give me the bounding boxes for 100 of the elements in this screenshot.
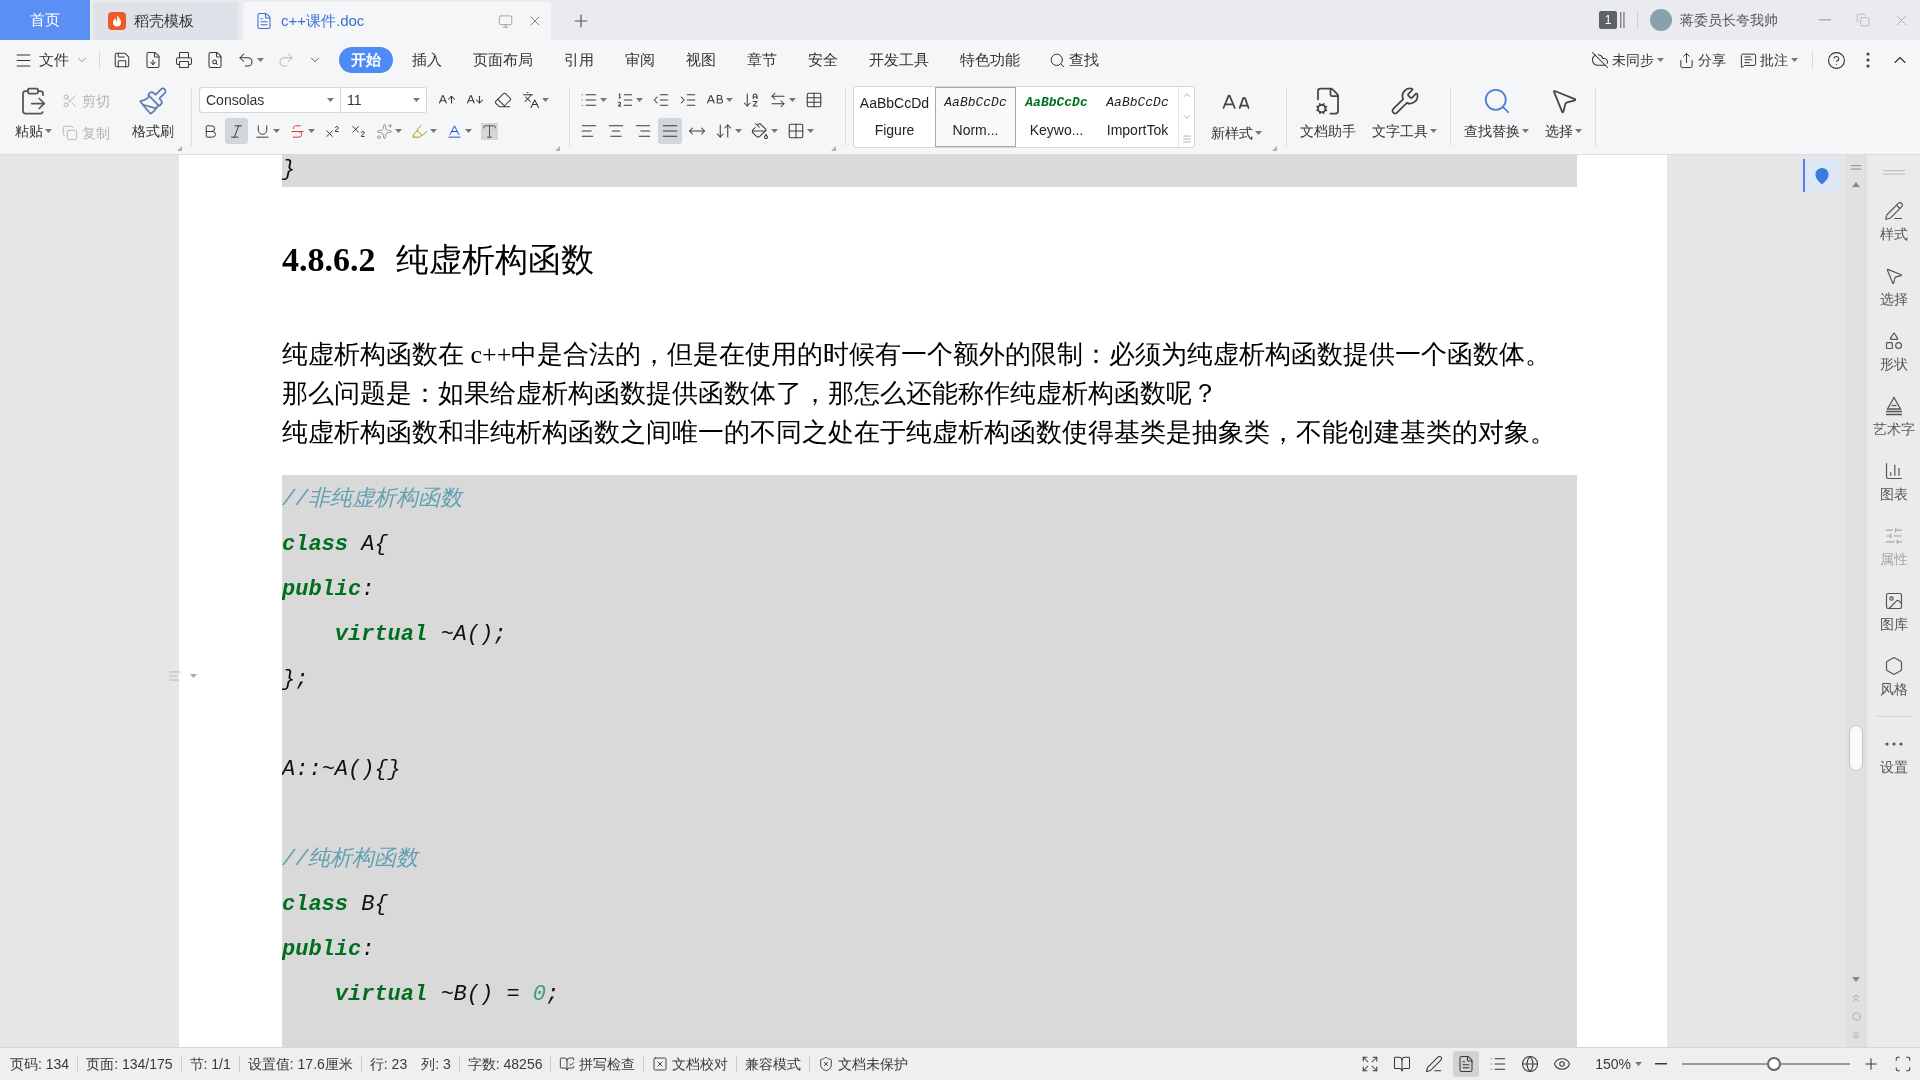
- globe-icon: [1521, 1055, 1540, 1073]
- scroll-up-icon[interactable]: [1852, 182, 1860, 187]
- redo-icon: [277, 51, 295, 69]
- ribbon-tab[interactable]: 页面布局: [461, 47, 545, 73]
- caret-icon: [1635, 1062, 1642, 1066]
- chart-panel-button[interactable]: 图表: [1867, 450, 1920, 515]
- justify-button[interactable]: [658, 118, 682, 144]
- languages-icon: [522, 91, 540, 109]
- shape-panel-button[interactable]: 形状: [1867, 320, 1920, 385]
- zoom-in-button[interactable]: [1862, 1055, 1880, 1073]
- image-icon: [1883, 590, 1904, 611]
- spellcheck-button[interactable]: 拼写检查: [559, 1053, 636, 1075]
- indent-increase-icon: [679, 91, 697, 109]
- status-text: 设置值: 17.6厘米: [247, 1054, 353, 1074]
- comment-button[interactable]: 批注: [1740, 49, 1798, 71]
- map-pin-icon: [1813, 166, 1831, 185]
- ribbon-tab[interactable]: 开发工具: [857, 47, 941, 73]
- book-icon: [1393, 1055, 1412, 1073]
- caret-icon: [44, 129, 52, 133]
- italic-button[interactable]: [225, 118, 248, 144]
- indent-decrease-icon: [652, 91, 670, 109]
- font-name-field[interactable]: Consolas: [199, 87, 341, 113]
- ribbon-tab[interactable]: 插入: [400, 47, 454, 73]
- share-button[interactable]: 分享: [1678, 49, 1726, 71]
- strikethrough-icon: [289, 122, 306, 140]
- style-option[interactable]: AaBbCcDc Norm...: [935, 87, 1016, 147]
- navigation-pin-button[interactable]: [1803, 159, 1839, 192]
- user-name[interactable]: 蒋委员长夸我帅: [1680, 9, 1778, 31]
- flame-logo-icon: [108, 12, 126, 30]
- new-style-button[interactable]: 新样式: [1205, 86, 1267, 143]
- caret-icon: [789, 98, 796, 102]
- caret-icon: [327, 98, 334, 102]
- gallery-panel-button[interactable]: 图库: [1867, 580, 1920, 645]
- text-tools-button[interactable]: 文字工具: [1368, 86, 1441, 141]
- fit-window-button[interactable]: [1894, 1055, 1912, 1073]
- ribbon-tab[interactable]: 审阅: [613, 47, 667, 73]
- ribbon-tab[interactable]: 安全: [796, 47, 850, 73]
- find-replace-button[interactable]: 查找替换: [1460, 86, 1533, 141]
- settings-panel-button[interactable]: 设置: [1867, 723, 1920, 788]
- file-menu-button[interactable]: 文件: [14, 46, 89, 74]
- file-download-icon: [144, 51, 162, 69]
- window-count-badge[interactable]: 1: [1599, 11, 1617, 29]
- paste-button[interactable]: 粘贴: [10, 80, 56, 141]
- search-button[interactable]: 查找: [1039, 47, 1109, 73]
- status-text: 字数: 48256: [467, 1054, 543, 1074]
- style-preview-text: AaBbCcDc: [1106, 94, 1169, 112]
- circle-icon: [1851, 1012, 1861, 1021]
- status-text: 兼容模式: [745, 1054, 802, 1074]
- sync-button[interactable]: 未同步: [1591, 49, 1664, 71]
- scrollbar-thumb[interactable]: [1849, 725, 1863, 771]
- ribbon-tab[interactable]: 章节: [735, 47, 789, 73]
- align-center-icon: [607, 122, 625, 140]
- document-assistant-button[interactable]: 文档助手: [1296, 86, 1360, 141]
- ribbon-tab[interactable]: 视图: [674, 47, 728, 73]
- ribbon-tab[interactable]: 引用: [552, 47, 606, 73]
- help-button[interactable]: [1827, 50, 1846, 70]
- art-text-panel-button[interactable]: 艺术字: [1867, 385, 1920, 450]
- status-text: 页码: 134: [10, 1054, 70, 1074]
- cloud-off-icon: [1591, 51, 1609, 69]
- style-panel-button[interactable]: 样式: [1867, 190, 1920, 255]
- font-size-field[interactable]: 11: [341, 87, 427, 113]
- book-check-icon: [559, 1056, 576, 1072]
- theme-panel-button[interactable]: 风格: [1867, 645, 1920, 710]
- proofread-button[interactable]: 文档校对: [652, 1053, 729, 1075]
- caret-icon: [465, 129, 472, 133]
- document-tab[interactable]: c++课件.doc: [243, 2, 551, 40]
- page-view-button[interactable]: [1453, 1051, 1480, 1077]
- caret-icon: [257, 58, 264, 62]
- zoom-slider-track[interactable]: [1682, 1057, 1850, 1071]
- numbered-list-icon: [616, 91, 634, 109]
- style-option[interactable]: AaBbCcDd Figure: [854, 87, 935, 147]
- caret-icon: [1575, 129, 1582, 133]
- align-right-icon: [634, 122, 652, 140]
- arrows-up-down-icon: [715, 122, 733, 140]
- split-handle-icon[interactable]: [1851, 165, 1861, 170]
- select-button[interactable]: 选择: [1541, 86, 1586, 141]
- caret-icon: [807, 129, 814, 133]
- stack-lines-icon: [1620, 12, 1625, 28]
- eye-icon: [1553, 1055, 1572, 1073]
- paintbrush-icon: [138, 86, 168, 116]
- select-panel-button[interactable]: 选择: [1867, 255, 1920, 320]
- style-name: Figure: [874, 121, 915, 140]
- template-tab[interactable]: 稻壳模板: [93, 2, 238, 40]
- scroll-down-icon[interactable]: [1852, 977, 1860, 982]
- caret-icon: [1430, 129, 1437, 133]
- ribbon-tab[interactable]: 特色功能: [948, 47, 1032, 73]
- code-line: }: [282, 156, 296, 184]
- style-option[interactable]: AaBbCcDc ImportTok: [1097, 87, 1178, 147]
- format-painter-button[interactable]: 格式刷: [128, 80, 178, 141]
- scroll-up-icon: [1181, 90, 1192, 100]
- caret-icon: [735, 129, 742, 133]
- help-icon: [1827, 50, 1846, 70]
- style-option[interactable]: AaBbCcDc Keywo...: [1016, 87, 1097, 147]
- share-icon: [1678, 51, 1695, 69]
- slider-thumb[interactable]: [1767, 1057, 1782, 1071]
- double-chevron-up-icon: [1850, 992, 1862, 1004]
- protection-button[interactable]: 文档未保护: [818, 1053, 909, 1075]
- zoom-level-button[interactable]: 150%: [1595, 1053, 1642, 1075]
- drag-handle-icon[interactable]: [1882, 170, 1905, 175]
- style-name: ImportTok: [1106, 121, 1169, 140]
